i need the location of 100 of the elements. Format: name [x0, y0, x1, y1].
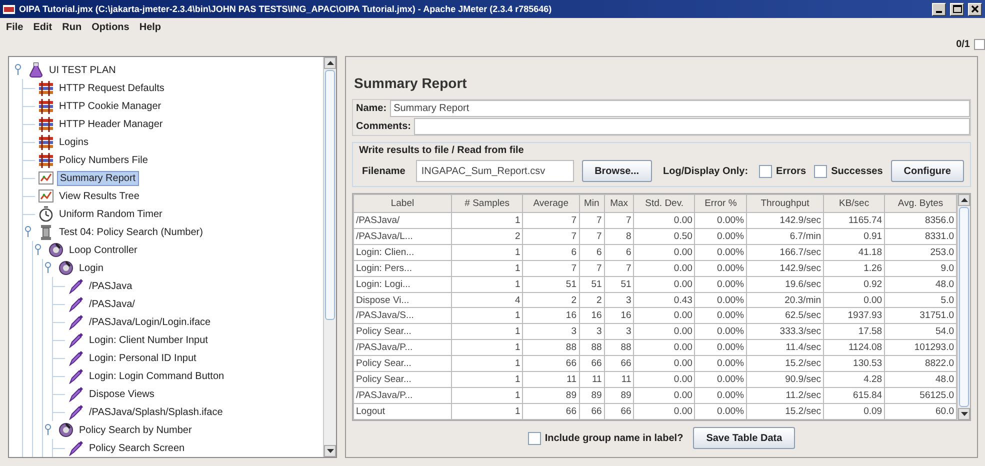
table-cell: 3	[604, 324, 634, 340]
stripes-icon	[38, 152, 54, 168]
filename-field[interactable]: INGAPAC_Sum_Report.csv	[416, 160, 574, 182]
menu-item[interactable]: Options	[92, 22, 130, 32]
table-cell: 4.28	[824, 372, 885, 388]
table-cell: 0.00%	[694, 260, 746, 276]
stripes-icon	[38, 116, 54, 132]
table-cell: 1	[451, 388, 523, 404]
spool-icon	[38, 224, 54, 240]
tree-item[interactable]: /PASJava/Login/Login.iface	[87, 316, 213, 328]
tree-item[interactable]: Policy Numbers File	[57, 154, 150, 166]
tree-item[interactable]: Loop Controller	[67, 244, 140, 256]
chart-icon	[38, 188, 54, 204]
pipette-icon	[68, 350, 84, 366]
table-cell: 7	[522, 228, 579, 244]
menu-item[interactable]: Edit	[33, 22, 52, 32]
table-cell: 66	[604, 403, 634, 420]
table-cell: 101293.0	[884, 340, 956, 356]
configure-button[interactable]: Configure	[890, 160, 964, 182]
column-header[interactable]: # Samples	[451, 194, 523, 213]
table-cell: 17.58	[824, 324, 885, 340]
close-button[interactable]	[968, 2, 982, 16]
tree-item[interactable]: Uniform Random Timer	[57, 208, 164, 220]
table-cell: 5.0	[884, 292, 956, 308]
table-cell: 0.00%	[694, 340, 746, 356]
tree-item[interactable]: Login	[77, 262, 106, 274]
tree-item[interactable]: Summary Report	[57, 170, 139, 186]
scroll-down-icon[interactable]	[326, 449, 334, 453]
scroll-up-icon[interactable]	[960, 198, 968, 202]
table-cell: 90.9/sec	[746, 372, 824, 388]
table-cell: 0.00	[634, 340, 695, 356]
table-cell: 7	[522, 260, 579, 276]
table-cell: 7	[579, 212, 604, 228]
table-cell: 7	[522, 212, 579, 228]
tree-item[interactable]: Dispose Views	[87, 388, 156, 400]
column-header[interactable]: Min	[579, 194, 604, 213]
tree-item[interactable]: View Results Tree	[57, 190, 142, 202]
panel-title: Summary Report	[354, 75, 468, 91]
checkbox[interactable]: Include group name in label?	[528, 432, 684, 444]
checkbox[interactable]: Successes	[814, 164, 883, 178]
table-cell: 0.00%	[694, 212, 746, 228]
table-cell: 20.3/min	[746, 292, 824, 308]
column-header[interactable]: Label	[354, 194, 452, 213]
tree-item[interactable]: Policy Search Screen	[87, 442, 187, 454]
checkbox[interactable]: Errors	[759, 164, 806, 178]
table-cell: 1	[451, 260, 523, 276]
scroll-down-icon[interactable]	[960, 412, 968, 416]
minimize-button[interactable]	[932, 2, 946, 16]
tree-item[interactable]: HTTP Cookie Manager	[57, 100, 164, 112]
table-cell: 0.00	[634, 244, 695, 260]
browse-button[interactable]: Browse...	[582, 160, 652, 182]
tree-item[interactable]: HTTP Request Defaults	[57, 82, 166, 94]
table-cell: 1	[451, 372, 523, 388]
column-header[interactable]: Avg. Bytes	[884, 194, 956, 213]
comments-field[interactable]	[414, 118, 970, 135]
tree-item[interactable]: /PASJava/Splash/Splash.iface	[87, 406, 225, 418]
column-header[interactable]: Throughput	[746, 194, 824, 213]
status-checkbox[interactable]	[974, 38, 985, 50]
pipette-icon	[68, 296, 84, 312]
table-cell: 54.0	[884, 324, 956, 340]
column-header[interactable]: Average	[522, 194, 579, 213]
tree-item[interactable]: Login: Personal ID Input	[87, 352, 198, 364]
table-cell: 0.00	[824, 292, 885, 308]
tree-item[interactable]: /PASJava	[87, 280, 134, 292]
tree-item[interactable]: Test 04: Policy Search (Number)	[57, 226, 205, 238]
table-cell: /PASJava/	[354, 212, 452, 228]
table-cell: 0.00%	[694, 388, 746, 404]
column-header[interactable]: Error %	[694, 194, 746, 213]
chart-icon	[38, 170, 54, 186]
column-header[interactable]: KB/sec	[824, 194, 885, 213]
tree-item[interactable]: /PASJava/	[87, 298, 137, 310]
menu-item[interactable]: Help	[139, 22, 162, 32]
stripes-icon	[38, 98, 54, 114]
maximize-button[interactable]	[950, 2, 964, 16]
menu-item[interactable]: Run	[62, 22, 82, 32]
tree-item[interactable]: HTTP Header Manager	[57, 118, 165, 130]
tree-item[interactable]: Login: Client Number Input	[87, 334, 210, 346]
column-header[interactable]: Std. Dev.	[634, 194, 695, 213]
menu-item[interactable]: File	[6, 22, 24, 32]
table-cell: 142.9/sec	[746, 260, 824, 276]
tree-item[interactable]: UI TEST PLAN	[47, 64, 118, 76]
name-field[interactable]: Summary Report	[390, 100, 970, 117]
table-cell: 1	[451, 244, 523, 260]
tree-item[interactable]: Policy Search by Number	[77, 424, 194, 436]
table-cell: Policy Sear...	[354, 356, 452, 372]
tree-item[interactable]: Login: Login Command Button	[87, 370, 226, 382]
table-cell: 3	[604, 292, 634, 308]
scroll-up-icon[interactable]	[326, 61, 334, 65]
save-table-button[interactable]: Save Table Data	[693, 427, 796, 449]
gear-icon	[58, 422, 74, 438]
table-cell: 0.00%	[694, 372, 746, 388]
table-cell: 253.0	[884, 244, 956, 260]
table-cell: 6	[522, 244, 579, 260]
column-header[interactable]: Max	[604, 194, 634, 213]
table-cell: 2	[579, 292, 604, 308]
scrollbar[interactable]	[957, 194, 970, 420]
scrollbar[interactable]	[323, 57, 336, 457]
table-cell: 0.09	[824, 403, 885, 420]
table-cell: 88	[522, 340, 579, 356]
tree-item[interactable]: Logins	[57, 136, 90, 148]
